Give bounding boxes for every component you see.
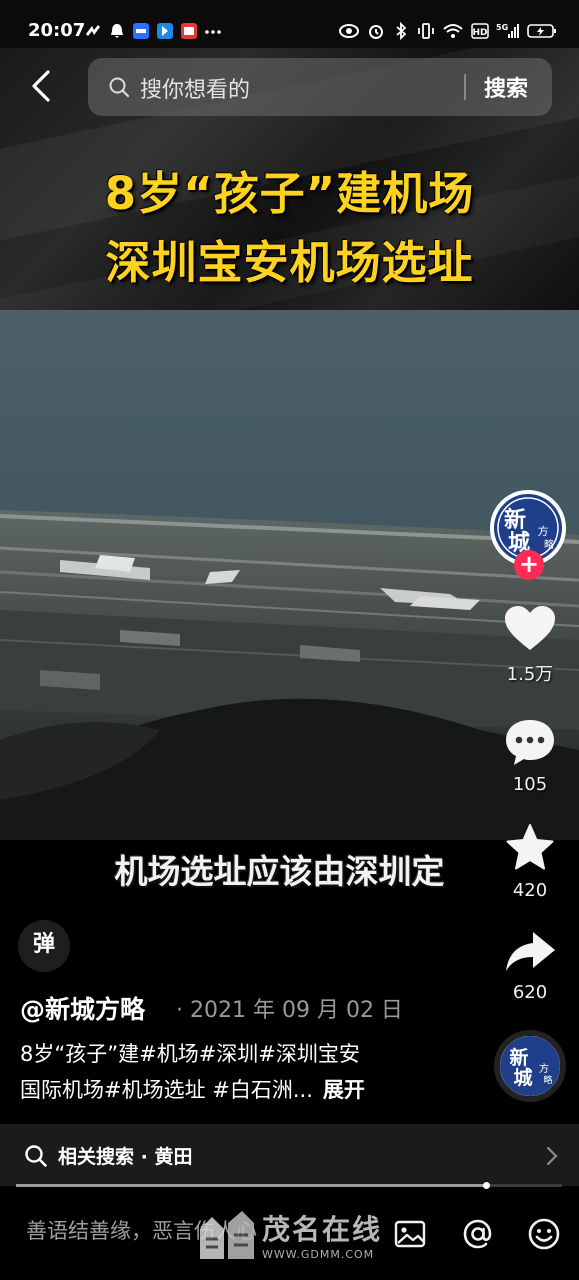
search-bar[interactable]: 搜你想看的 搜索 (88, 58, 552, 116)
vibrate-icon (418, 23, 434, 39)
wifi-icon (443, 24, 463, 38)
search-icon (109, 77, 130, 98)
app-blue-icon (157, 23, 173, 39)
svg-text:城: 城 (513, 1066, 532, 1089)
post-date: · 2021 年 09 月 02 日 (176, 998, 403, 1023)
search-input[interactable]: 搜你想看的 (140, 72, 250, 104)
post-description-text: 国际机场#机场选址 #白石洲... (20, 1078, 313, 1102)
emoji-icon[interactable] (526, 1216, 562, 1252)
video-progress-fill (16, 1184, 486, 1187)
post-description-line2[interactable]: 国际机场#机场选址 #白石洲... 展开 (20, 1074, 365, 1104)
bluetooth-icon (396, 22, 407, 40)
alarm-icon (369, 25, 383, 39)
video-title-line1: 8岁“孩子”建机场 (104, 167, 475, 220)
back-arrow-icon[interactable] (24, 68, 58, 104)
author-name[interactable]: @新城方略 (20, 990, 145, 1026)
star-icon (506, 824, 554, 870)
hd-icon: HD (471, 23, 489, 39)
vpn-icon (86, 25, 100, 36)
share-arrow-icon (506, 932, 555, 971)
svg-text:略: 略 (544, 538, 554, 551)
eye-icon (339, 24, 359, 38)
mention-at-icon[interactable] (460, 1216, 496, 1252)
status-right-icons: HD 5G (338, 22, 557, 40)
music-disc-avatar[interactable]: 新 城 方 略 (494, 1030, 566, 1102)
app-jdm-icon (133, 23, 149, 39)
author-logo-icon: 新 城 方 略 (500, 1036, 560, 1096)
comment-count: 105 (512, 774, 548, 795)
notification-bell-icon (111, 24, 123, 38)
expand-button[interactable]: 展开 (323, 1078, 365, 1102)
search-divider (464, 74, 466, 100)
watermark-logo-icon (200, 1210, 254, 1259)
svg-text:新: 新 (509, 1046, 528, 1069)
video-progress-knob[interactable] (482, 1182, 490, 1189)
comment-button[interactable]: 105 (490, 716, 570, 795)
svg-text:5G: 5G (496, 23, 508, 32)
status-left-icons (84, 22, 222, 40)
comment-bubble-icon (506, 720, 554, 765)
favorite-button[interactable]: 420 (490, 822, 570, 901)
svg-text:方: 方 (539, 1062, 549, 1075)
chevron-right-icon (546, 1146, 558, 1166)
favorite-count: 420 (512, 880, 548, 901)
like-button[interactable]: 1.5万 (490, 604, 570, 686)
search-button[interactable]: 搜索 (484, 71, 528, 103)
battery-icon (527, 24, 556, 38)
svg-text:方: 方 (538, 524, 549, 538)
svg-text:略: 略 (543, 1074, 552, 1086)
heart-icon (505, 606, 555, 650)
status-time: 20:07 (28, 20, 86, 41)
share-count: 620 (512, 982, 548, 1003)
video-progress-bar[interactable] (16, 1182, 562, 1189)
watermark: 茂名在线 WWW.GDMM.COM (198, 1208, 382, 1261)
app-red-icon (181, 23, 197, 39)
watermark-url: WWW.GDMM.COM (262, 1248, 375, 1261)
post-description-line1[interactable]: 8岁“孩子”建#机场#深圳#深圳宝安 (20, 1038, 360, 1068)
search-icon (25, 1145, 47, 1167)
related-search-text: 相关搜索 · 黄田 (58, 1146, 193, 1168)
danmu-toggle-button[interactable]: 弹 (18, 920, 70, 972)
more-dots-icon (205, 30, 221, 34)
signal-5g-icon: 5G (496, 23, 519, 38)
svg-text:HD: HD (472, 28, 487, 38)
related-search-bar[interactable]: 相关搜索 · 黄田 (0, 1124, 579, 1186)
like-count: 1.5万 (506, 664, 554, 685)
follow-button[interactable]: + (514, 550, 544, 580)
image-picker-icon[interactable] (392, 1216, 428, 1252)
video-title-line2: 深圳宝安机场选址 (105, 236, 474, 289)
watermark-name: 茂名在线 (262, 1213, 383, 1246)
share-button[interactable]: 620 (490, 928, 570, 1003)
